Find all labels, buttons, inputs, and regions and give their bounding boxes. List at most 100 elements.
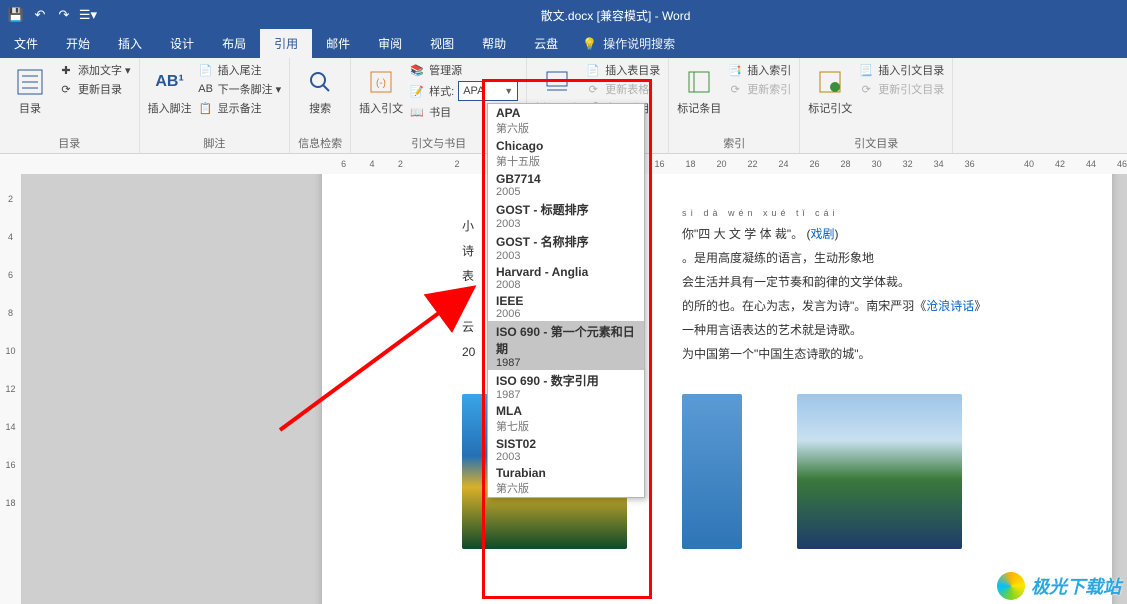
tab-cloud[interactable]: 云盘 xyxy=(520,29,572,58)
dropdown-item[interactable]: ISO 690 - 第一个元素和日期1987 xyxy=(488,321,644,370)
tab-references[interactable]: 引用 xyxy=(260,29,312,58)
insert-tof-button[interactable]: 📄插入表目录 xyxy=(585,62,660,78)
insert-toa-button[interactable]: 📃插入引文目录 xyxy=(858,62,944,78)
dropdown-item[interactable]: Harvard - Anglia2008 xyxy=(488,263,644,292)
dropdown-item[interactable]: Turabian第六版 xyxy=(488,464,644,497)
tab-help[interactable]: 帮助 xyxy=(468,29,520,58)
dropdown-item[interactable]: IEEE2006 xyxy=(488,292,644,321)
tell-me-search[interactable]: 💡 操作说明搜索 xyxy=(572,29,685,58)
menu-bar: 文件 开始 插入 设计 布局 引用 邮件 审阅 视图 帮助 云盘 💡 操作说明搜… xyxy=(0,30,1127,58)
ribbon-group-toc: 目录 ✚添加文字 ▾ ⟳更新目录 目录 xyxy=(0,58,140,153)
style-row: 📝 样式: APA ▼ xyxy=(409,81,518,101)
image-2[interactable] xyxy=(682,394,742,549)
mark-entry-button[interactable]: 标记条目 xyxy=(677,62,721,116)
toc-button[interactable]: 目录 xyxy=(8,62,52,116)
dropdown-item[interactable]: ISO 690 - 数字引用1987 xyxy=(488,370,644,402)
group-label-index: 索引 xyxy=(677,133,791,151)
toc-icon xyxy=(14,66,46,98)
tab-design[interactable]: 设计 xyxy=(156,29,208,58)
update-index-icon: ⟳ xyxy=(727,81,743,97)
citation-label: 插入引文 xyxy=(359,100,403,116)
watermark: 极光下载站 xyxy=(997,572,1121,600)
tab-layout[interactable]: 布局 xyxy=(208,29,260,58)
link-canglang[interactable]: 沧浪诗话 xyxy=(926,299,974,313)
dropdown-item[interactable]: MLA第七版 xyxy=(488,402,644,435)
style-dropdown[interactable]: APA第六版Chicago第十五版GB77142005GOST - 标题排序20… xyxy=(487,103,645,498)
insert-toa-icon: 📃 xyxy=(858,62,874,78)
side-labels: 小 诗 表 》 云 20 xyxy=(462,214,475,365)
undo-icon[interactable]: ↶ xyxy=(32,7,48,23)
style-select[interactable]: APA ▼ xyxy=(458,81,518,101)
update-toa-icon: ⟳ xyxy=(858,81,874,97)
update-index-button: ⟳更新索引 xyxy=(727,81,791,97)
next-icon: AB xyxy=(198,81,214,97)
body-text[interactable]: sì dà wén xué tǐ cái 你"四 大 文 学 体 裁"。 (戏剧… xyxy=(682,204,1082,366)
insert-endnote-button[interactable]: 📄插入尾注 xyxy=(198,62,282,78)
pinyin-text: sì dà wén xué tǐ cái xyxy=(682,204,1082,222)
touch-mode-icon[interactable]: ☰▾ xyxy=(80,7,96,23)
show-notes-button[interactable]: 📋显示备注 xyxy=(198,100,282,116)
dropdown-item[interactable]: GOST - 标题排序2003 xyxy=(488,199,644,231)
show-icon: 📋 xyxy=(198,100,214,116)
mark-citation-button[interactable]: 标记引文 xyxy=(808,62,852,116)
update-table-icon: ⟳ xyxy=(585,81,601,97)
mark-citation-icon xyxy=(814,66,846,98)
tab-file[interactable]: 文件 xyxy=(0,29,52,58)
manage-sources-button[interactable]: 📚管理源 xyxy=(409,62,518,78)
tab-home[interactable]: 开始 xyxy=(52,29,104,58)
window-title: 散文.docx [兼容模式] - Word xyxy=(104,7,1127,24)
ruler-vertical[interactable]: 24681012141618 xyxy=(0,174,22,604)
dropdown-item[interactable]: GB77142005 xyxy=(488,170,644,199)
footnote-icon: AB¹ xyxy=(154,66,186,98)
ribbon-group-index: 标记条目 📑插入索引 ⟳更新索引 索引 xyxy=(669,58,800,153)
watermark-icon xyxy=(997,572,1025,600)
dropdown-item[interactable]: APA第六版 xyxy=(488,104,644,137)
mark-citation-label: 标记引文 xyxy=(808,100,852,116)
svg-text:(-): (-) xyxy=(376,78,386,89)
update-toc-button[interactable]: ⟳更新目录 xyxy=(58,81,131,97)
image-3[interactable] xyxy=(797,394,962,549)
document-page[interactable]: 小 诗 表 》 云 20 sì dà wén xué tǐ cái 你"四 大 … xyxy=(322,174,1112,604)
redo-icon[interactable]: ↷ xyxy=(56,7,72,23)
dropdown-item[interactable]: SIST022003 xyxy=(488,435,644,464)
citation-icon: (-) xyxy=(365,66,397,98)
insert-index-button[interactable]: 📑插入索引 xyxy=(727,62,791,78)
tab-mailings[interactable]: 邮件 xyxy=(312,29,364,58)
manage-icon: 📚 xyxy=(409,62,425,78)
update-icon: ⟳ xyxy=(58,81,74,97)
group-label-research: 信息检索 xyxy=(298,133,342,151)
dropdown-item[interactable]: GOST - 名称排序2003 xyxy=(488,231,644,263)
tab-insert[interactable]: 插入 xyxy=(104,29,156,58)
tab-view[interactable]: 视图 xyxy=(416,29,468,58)
group-label-toa: 引文目录 xyxy=(808,133,944,151)
tof-icon: 📄 xyxy=(585,62,601,78)
next-footnote-button[interactable]: AB下一条脚注 ▾ xyxy=(198,81,282,97)
caption-icon xyxy=(541,66,573,98)
search-icon xyxy=(304,66,336,98)
save-icon[interactable]: 💾 xyxy=(8,7,24,23)
group-label-toc: 目录 xyxy=(8,133,131,151)
ribbon-group-research: 搜索 信息检索 xyxy=(290,58,351,153)
insert-index-icon: 📑 xyxy=(727,62,743,78)
link-drama[interactable]: 戏剧 xyxy=(811,227,835,241)
dropdown-item[interactable]: Chicago第十五版 xyxy=(488,137,644,170)
tab-review[interactable]: 审阅 xyxy=(364,29,416,58)
mark-entry-label: 标记条目 xyxy=(677,100,721,116)
ribbon-group-toa: 标记引文 📃插入引文目录 ⟳更新引文目录 引文目录 xyxy=(800,58,953,153)
style-label: 样式: xyxy=(429,83,454,99)
lightbulb-icon: 💡 xyxy=(582,37,597,51)
insert-citation-button[interactable]: (-) 插入引文 xyxy=(359,62,403,116)
add-text-button[interactable]: ✚添加文字 ▾ xyxy=(58,62,131,78)
quick-access-toolbar: 💾 ↶ ↷ ☰▾ xyxy=(0,7,104,23)
style-icon: 📝 xyxy=(409,83,425,99)
toc-label: 目录 xyxy=(19,100,41,116)
add-text-icon: ✚ xyxy=(58,62,74,78)
insert-footnote-button[interactable]: AB¹ 插入脚注 xyxy=(148,62,192,116)
style-value: APA xyxy=(463,85,484,97)
search-label: 搜索 xyxy=(309,100,331,116)
biblio-icon: 📖 xyxy=(409,104,425,120)
search-button[interactable]: 搜索 xyxy=(298,62,342,116)
title-bar: 💾 ↶ ↷ ☰▾ 散文.docx [兼容模式] - Word xyxy=(0,0,1127,30)
mark-entry-icon xyxy=(683,66,715,98)
watermark-text: 极光下载站 xyxy=(1031,573,1121,599)
